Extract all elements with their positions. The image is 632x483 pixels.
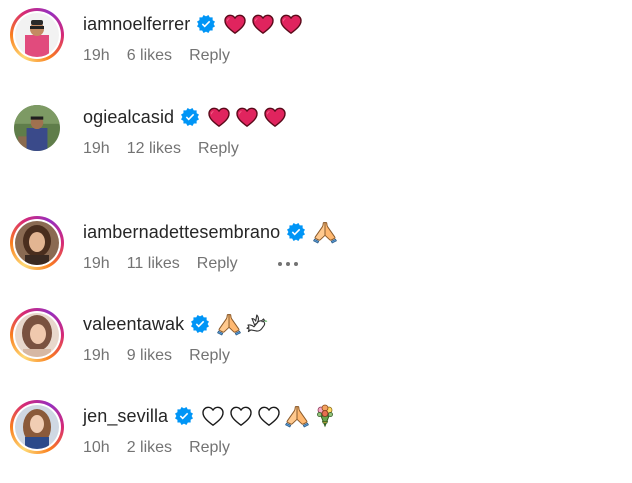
reply-button[interactable]: Reply <box>198 140 239 158</box>
comment-item: jen_sevilla 10h 2 likes Reply <box>0 392 632 472</box>
comment-text <box>201 404 337 428</box>
bouquet-icon <box>313 404 337 428</box>
comment-time[interactable]: 19h <box>83 140 110 158</box>
red-heart-icon <box>223 12 247 36</box>
likes-count[interactable]: 12 likes <box>127 140 181 158</box>
avatar[interactable] <box>10 308 64 362</box>
avatar[interactable] <box>10 8 64 62</box>
dove-icon <box>245 312 269 336</box>
red-heart-icon <box>207 105 231 129</box>
username[interactable]: iambernadettesembrano <box>83 222 280 243</box>
verified-badge-icon <box>175 407 193 425</box>
comment-text <box>217 312 269 336</box>
username[interactable]: iamnoelferrer <box>83 14 190 35</box>
white-heart-icon <box>201 404 225 428</box>
comment-item: iambernadettesembrano 19h 11 likes Reply <box>0 208 632 288</box>
likes-count[interactable]: 6 likes <box>127 47 172 65</box>
comment-item: ogiealcasid 19h 12 likes Reply <box>0 93 632 173</box>
reply-button[interactable]: Reply <box>189 439 230 457</box>
more-options-icon[interactable] <box>277 262 298 266</box>
folded-hands-icon <box>313 220 337 244</box>
verified-badge-icon <box>191 315 209 333</box>
verified-badge-icon <box>287 223 305 241</box>
username[interactable]: ogiealcasid <box>83 107 174 128</box>
username[interactable]: valeentawak <box>83 314 184 335</box>
red-heart-icon <box>279 12 303 36</box>
avatar[interactable] <box>10 400 64 454</box>
white-heart-icon <box>257 404 281 428</box>
comment-text <box>223 12 303 36</box>
folded-hands-icon <box>217 312 241 336</box>
avatar[interactable] <box>10 101 64 155</box>
comment-item: iamnoelferrer 19h 6 likes Reply <box>0 0 632 80</box>
comment-time[interactable]: 19h <box>83 255 110 273</box>
folded-hands-icon <box>285 404 309 428</box>
likes-count[interactable]: 2 likes <box>127 439 172 457</box>
reply-button[interactable]: Reply <box>197 255 238 273</box>
red-heart-icon <box>263 105 287 129</box>
likes-count[interactable]: 11 likes <box>127 255 180 273</box>
comment-time[interactable]: 10h <box>83 439 110 457</box>
verified-badge-icon <box>181 108 199 126</box>
likes-count[interactable]: 9 likes <box>127 347 172 365</box>
reply-button[interactable]: Reply <box>189 47 230 65</box>
comment-time[interactable]: 19h <box>83 47 110 65</box>
red-heart-icon <box>251 12 275 36</box>
comment-text <box>207 105 287 129</box>
username[interactable]: jen_sevilla <box>83 406 168 427</box>
verified-badge-icon <box>197 15 215 33</box>
red-heart-icon <box>235 105 259 129</box>
white-heart-icon <box>229 404 253 428</box>
comment-text <box>313 220 337 244</box>
comment-time[interactable]: 19h <box>83 347 110 365</box>
avatar[interactable] <box>10 216 64 270</box>
comment-item: valeentawak 19h 9 likes Reply <box>0 300 632 380</box>
reply-button[interactable]: Reply <box>189 347 230 365</box>
